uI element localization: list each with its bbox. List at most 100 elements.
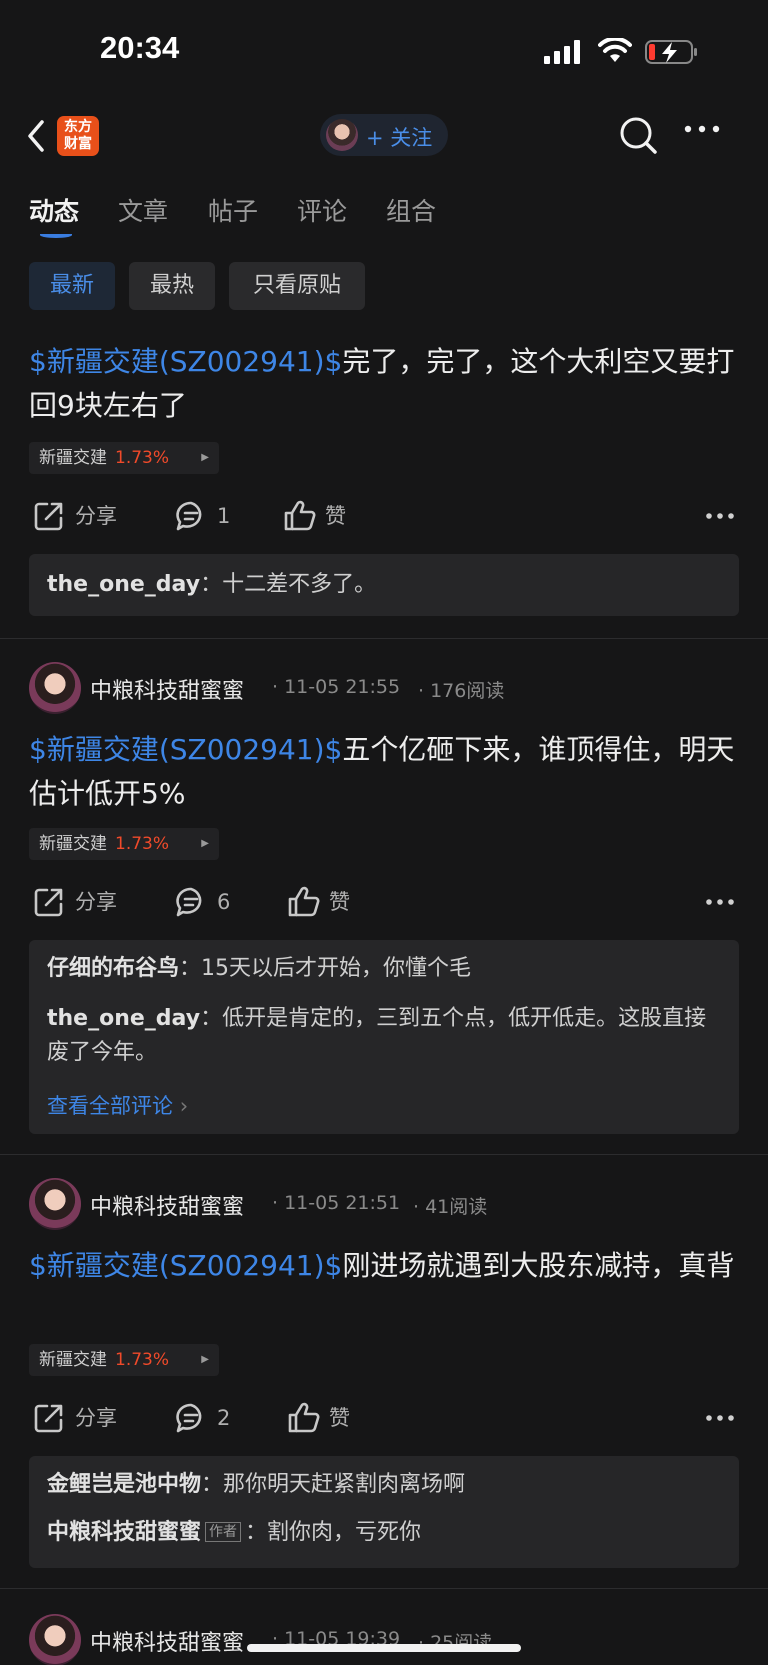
thumbs-up-icon	[288, 886, 320, 917]
avatar[interactable]	[29, 1614, 81, 1665]
avatar[interactable]	[29, 1178, 81, 1230]
cellular-signal-icon	[544, 40, 580, 64]
post-author[interactable]: 中粮科技甜蜜蜜	[90, 673, 244, 705]
stock-change: 1.73%	[115, 834, 170, 854]
like-label: 赞	[325, 504, 346, 528]
comment-preview[interactable]: 金鲤岂是池中物：那你明天赶紧割肉离场啊 中粮科技甜蜜蜜 作者 ：割你肉，亏死你	[29, 1456, 739, 1568]
share-label: 分享	[75, 890, 117, 914]
comment-line: 中粮科技甜蜜蜜 作者 ：割你肉，亏死你	[47, 1520, 422, 1545]
status-time: 20:34	[100, 30, 180, 65]
post-divider	[0, 638, 768, 639]
filter-bar: 最新 最热 只看原贴	[0, 262, 768, 312]
share-icon	[34, 502, 63, 531]
tab-articles[interactable]: 文章	[118, 192, 168, 228]
tab-bar: 动态 文章 帖子 评论 组合	[0, 188, 768, 244]
stock-badge[interactable]: 新疆交建 1.73% ▶	[29, 442, 219, 474]
post-date: 11-05 21:51	[284, 1192, 401, 1214]
search-icon[interactable]	[619, 116, 659, 156]
home-indicator[interactable]	[247, 1644, 521, 1652]
post-reads-count: 41阅读	[425, 1196, 488, 1218]
stock-badge[interactable]: 新疆交建 1.73% ▶	[29, 1344, 219, 1376]
stock-name: 新疆交建	[39, 448, 107, 468]
comment-user[interactable]: the_one_day	[47, 1006, 200, 1031]
comment-count: 6	[217, 890, 231, 914]
post-header: 中粮科技甜蜜蜜 · 11-05 21:55 · 176阅读	[0, 660, 768, 720]
comment-count: 1	[217, 504, 231, 528]
comment-icon	[176, 1403, 202, 1433]
filter-hottest[interactable]: 最热	[129, 262, 215, 310]
post-header: 中粮科技甜蜜蜜 · 11-05 21:51 · 41阅读	[0, 1176, 768, 1236]
follow-button[interactable]: + 关注	[320, 114, 448, 156]
app-logo[interactable]: 东方 财富	[57, 116, 99, 156]
comment-user[interactable]: 中粮科技甜蜜蜜	[47, 1520, 201, 1545]
comment-text: 十二差不多了。	[222, 572, 377, 597]
post-reads-count: 176阅读	[430, 680, 505, 702]
post-date: 11-05 21:55	[284, 676, 401, 698]
comment-count: 2	[217, 1406, 231, 1430]
back-icon[interactable]	[22, 116, 52, 156]
thumbs-up-icon	[288, 1402, 320, 1433]
tab-comments[interactable]: 评论	[297, 192, 347, 228]
comment-user[interactable]: 仔细的布谷鸟	[47, 956, 179, 981]
stock-tag-link[interactable]: $新疆交建(SZ002941)$	[29, 345, 342, 378]
stock-tag-link[interactable]: $新疆交建(SZ002941)$	[29, 733, 342, 766]
comment-text: 割你肉，亏死你	[267, 1520, 422, 1545]
post-text: $新疆交建(SZ002941)$五个亿砸下来，谁顶得住，明天估计低开5%	[29, 728, 741, 816]
chevron-right-icon: ›	[179, 1094, 189, 1118]
more-options-icon[interactable]	[706, 1414, 734, 1422]
post-divider	[0, 1154, 768, 1155]
post-header: 中粮科技甜蜜蜜 · 11-05 19:39 · 25阅读	[0, 1612, 768, 1665]
avatar[interactable]	[29, 662, 81, 714]
comment-line: 仔细的布谷鸟：15天以后才开始，你懂个毛	[47, 956, 472, 981]
stock-name: 新疆交建	[39, 834, 107, 854]
wifi-icon	[598, 38, 632, 62]
more-options-icon[interactable]	[706, 898, 734, 906]
comment-user[interactable]: the_one_day	[47, 572, 200, 597]
comment-text: 那你明天赶紧割肉离场啊	[223, 1472, 466, 1497]
comment-preview[interactable]: 仔细的布谷鸟：15天以后才开始，你懂个毛 the_one_day：低开是肯定的，…	[29, 940, 739, 1134]
follow-label: + 关注	[366, 126, 433, 150]
post-actions: 分享 1 赞	[0, 496, 768, 536]
post-text: $新疆交建(SZ002941)$刚进场就遇到大股东减持，真背	[29, 1244, 741, 1288]
comment-icon	[176, 501, 202, 531]
tab-dynamic[interactable]: 动态	[29, 192, 79, 228]
post-actions: 分享 2 赞	[0, 1398, 768, 1438]
logo-text-top: 东方	[64, 119, 92, 135]
avatar	[326, 119, 358, 151]
active-tab-indicator	[40, 232, 72, 238]
comment-user[interactable]: 金鲤岂是池中物	[47, 1472, 201, 1497]
view-all-comments-link[interactable]: 查看全部评论 ›	[47, 1090, 188, 1120]
share-icon	[34, 888, 63, 917]
post-reads: · 176阅读	[418, 680, 505, 702]
view-all-label: 查看全部评论	[47, 1094, 173, 1118]
share-label: 分享	[75, 504, 117, 528]
top-navbar: 东方 财富 + 关注	[0, 100, 768, 172]
play-arrow-icon: ▶	[201, 838, 209, 849]
filter-original-only[interactable]: 只看原贴	[229, 262, 365, 310]
stock-tag-link[interactable]: $新疆交建(SZ002941)$	[29, 1249, 342, 1282]
share-icon	[34, 1404, 63, 1433]
post-author[interactable]: 中粮科技甜蜜蜜	[90, 1625, 244, 1657]
stock-badge[interactable]: 新疆交建 1.73% ▶	[29, 828, 219, 860]
stock-name: 新疆交建	[39, 1350, 107, 1370]
thumbs-up-icon	[284, 500, 316, 531]
more-icon[interactable]	[684, 124, 720, 134]
status-bar: 20:34	[0, 0, 768, 100]
post-reads: · 41阅读	[413, 1196, 488, 1218]
post-time: · 11-05 21:51	[272, 1192, 401, 1214]
post-text: $新疆交建(SZ002941)$完了，完了，这个大利空又要打回9块左右了	[29, 340, 741, 428]
stock-change: 1.73%	[115, 448, 170, 468]
post-author[interactable]: 中粮科技甜蜜蜜	[90, 1189, 244, 1221]
play-arrow-icon: ▶	[201, 452, 209, 463]
comment-line: the_one_day：低开是肯定的，三到五个点，低开低走。这股直接废了今年。	[47, 1006, 707, 1065]
tab-posts[interactable]: 帖子	[208, 192, 258, 228]
tab-portfolio[interactable]: 组合	[386, 192, 436, 228]
play-arrow-icon: ▶	[201, 1354, 209, 1365]
share-label: 分享	[75, 1406, 117, 1430]
comment-text: 15天以后才开始，你懂个毛	[201, 956, 472, 981]
battery-charging-icon	[645, 40, 697, 64]
filter-latest[interactable]: 最新	[29, 262, 115, 310]
logo-text-bottom: 财富	[64, 136, 92, 152]
comment-preview[interactable]: the_one_day：十二差不多了。	[29, 554, 739, 616]
more-options-icon[interactable]	[706, 512, 734, 520]
